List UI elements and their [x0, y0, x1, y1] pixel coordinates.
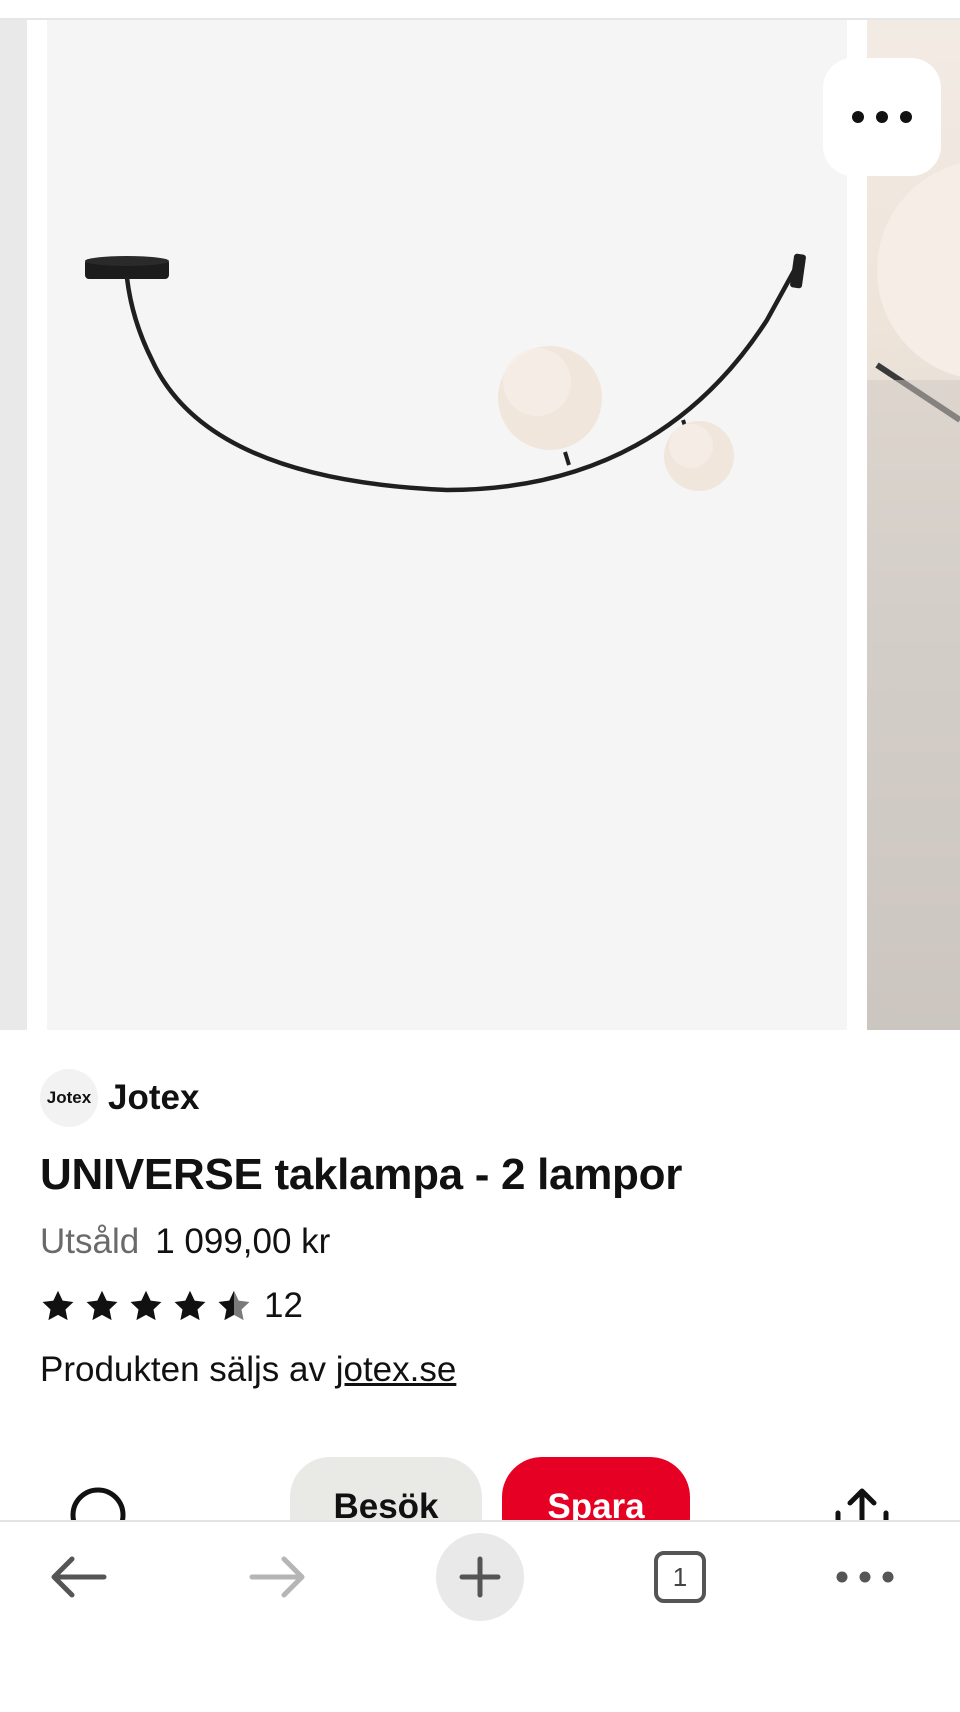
seller-prefix: Produkten säljs av — [40, 1350, 336, 1389]
stock-status: Utsåld — [40, 1222, 140, 1261]
product-title: UNIVERSE taklampa - 2 lampor — [40, 1150, 683, 1199]
more-options-button[interactable] — [823, 58, 941, 176]
rating-row[interactable]: 12 — [40, 1286, 303, 1326]
review-count[interactable]: 12 — [264, 1286, 303, 1326]
previous-image-peek[interactable] — [0, 20, 27, 1030]
arrow-right-icon — [249, 1556, 305, 1598]
save-button[interactable]: Spara — [502, 1457, 690, 1520]
image-carousel[interactable] — [0, 20, 960, 1030]
product-image[interactable] — [47, 20, 847, 1030]
more-horizontal-icon — [836, 1571, 894, 1583]
visit-button[interactable]: Besök — [290, 1457, 482, 1520]
browser-bottom-nav: 1 — [0, 1520, 960, 1712]
share-icon[interactable] — [830, 1485, 894, 1520]
star-full-icon — [130, 1290, 162, 1321]
seller-info: Produkten säljs av jotex.se — [40, 1350, 456, 1390]
plus-icon — [459, 1556, 501, 1598]
product-price: 1 099,00 kr — [155, 1222, 331, 1261]
comment-icon[interactable] — [68, 1485, 128, 1520]
brand-row[interactable]: Jotex Jotex — [40, 1068, 199, 1128]
more-horizontal-icon — [852, 111, 912, 123]
new-tab-button[interactable] — [436, 1522, 524, 1632]
tabs-button[interactable]: 1 — [640, 1522, 720, 1632]
ceiling-lamp-illustration — [85, 253, 806, 493]
browser-menu-button[interactable] — [825, 1522, 905, 1632]
action-bar: Besök Spara — [0, 1455, 960, 1520]
brand-name[interactable]: Jotex — [108, 1078, 199, 1118]
new-tab-circle — [436, 1533, 524, 1621]
arrow-left-icon — [51, 1556, 107, 1598]
price-row: Utsåld 1 099,00 kr — [40, 1222, 330, 1262]
star-full-icon — [174, 1290, 206, 1321]
seller-link[interactable]: jotex.se — [336, 1350, 457, 1389]
brand-logo[interactable]: Jotex — [40, 1069, 98, 1127]
back-button[interactable] — [38, 1522, 118, 1632]
forward-button[interactable] — [238, 1522, 318, 1632]
star-full-icon — [42, 1290, 74, 1321]
tab-count: 1 — [654, 1551, 706, 1603]
star-half-icon — [218, 1290, 250, 1321]
star-full-icon — [86, 1290, 118, 1321]
